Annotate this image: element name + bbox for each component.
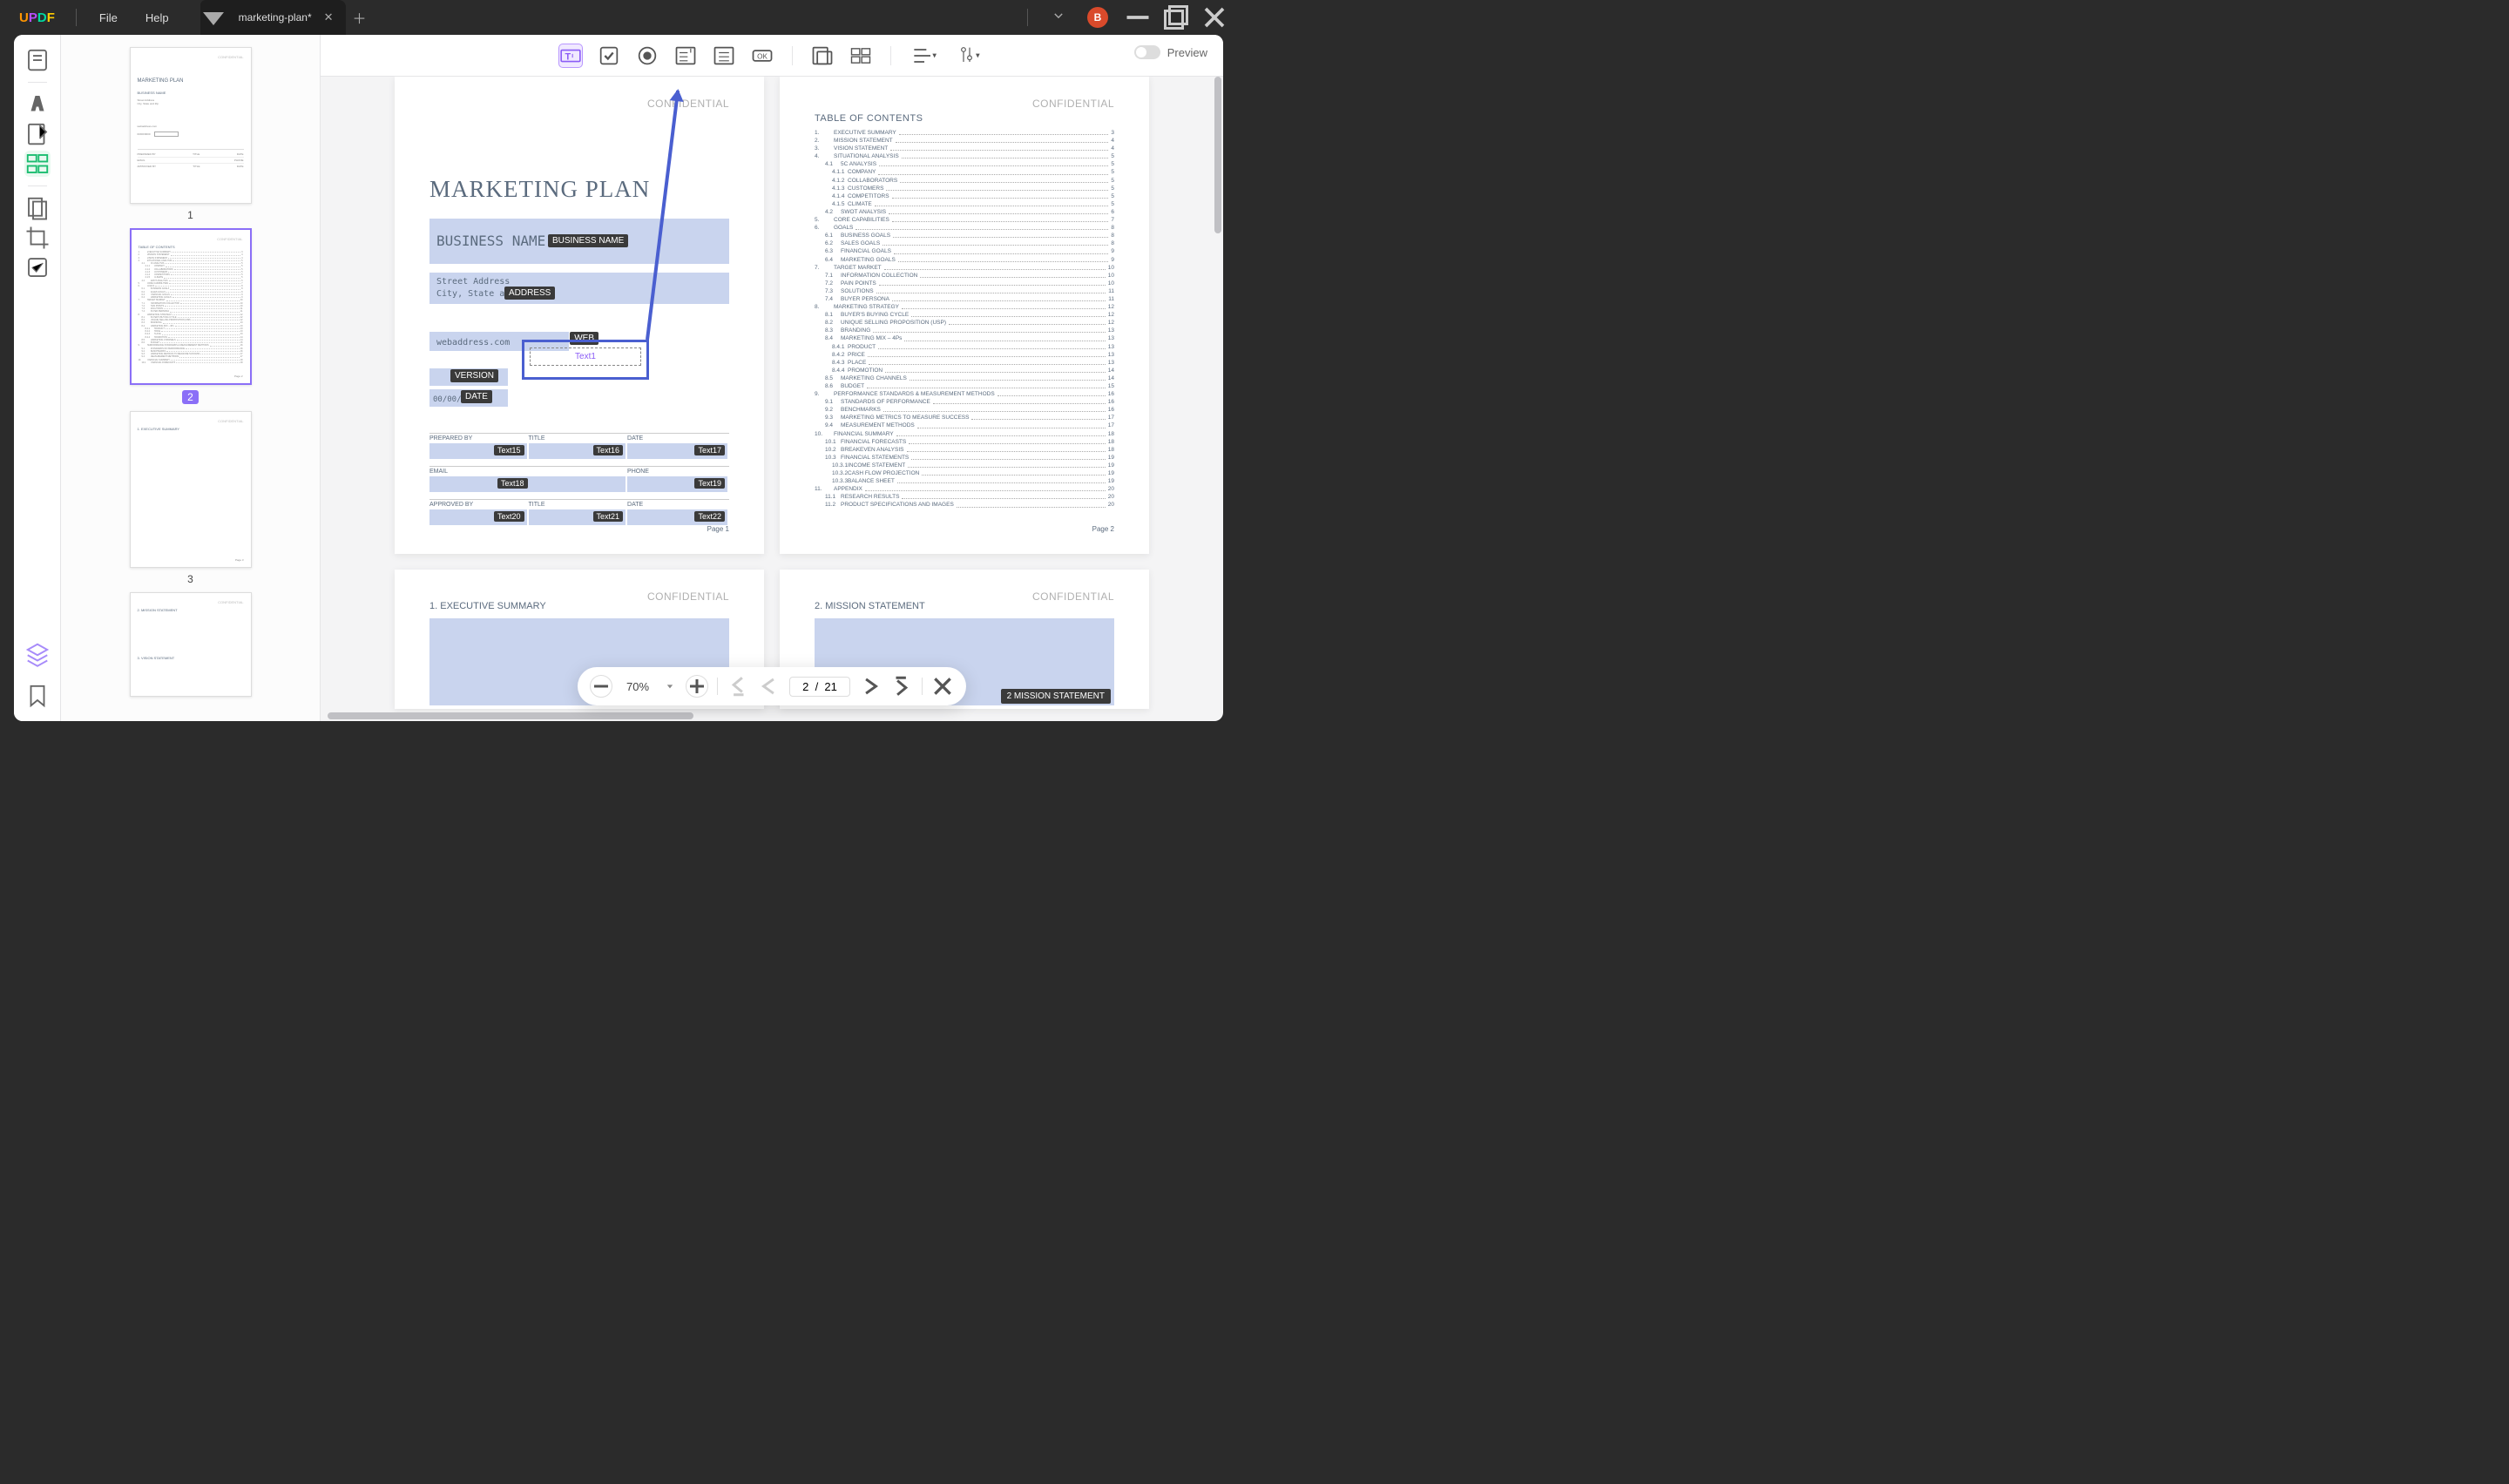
preview-toggle[interactable] <box>1134 45 1160 59</box>
tab-add-button[interactable]: ＋ <box>346 0 374 35</box>
page-title: MARKETING PLAN <box>429 176 729 203</box>
left-toolbar <box>14 35 61 721</box>
close-bar-button[interactable] <box>931 675 954 698</box>
tool-listbox[interactable] <box>712 44 736 68</box>
zoom-out-button[interactable] <box>590 675 612 698</box>
field-text21[interactable]: Text21 <box>529 509 626 525</box>
preview-label: Preview <box>1167 46 1207 59</box>
titlebar: UPDF File Help marketing-plan* ✕ ＋ B <box>0 0 1237 35</box>
thumbnail-panel: CONFIDENTIAL MARKETING PLAN BUSINESS NAM… <box>61 35 321 721</box>
toc-title: TABLE OF CONTENTS <box>815 113 1114 124</box>
tool-bookmark[interactable] <box>24 683 51 709</box>
field-text17[interactable]: Text17 <box>627 443 727 459</box>
tool-checkbox[interactable] <box>597 44 621 68</box>
field-label-mission: 2 MISSION STATEMENT <box>1001 689 1111 704</box>
zoom-value: 70% <box>621 680 654 693</box>
page-input[interactable] <box>789 677 850 697</box>
field-address[interactable]: Street Address City, State and Zip ADDRE… <box>429 273 729 304</box>
field-date[interactable]: 00/00/0000 DATE <box>429 389 508 407</box>
triangle-down-icon <box>200 0 227 35</box>
field-text16[interactable]: Text16 <box>529 443 626 459</box>
page-1: CONFIDENTIAL MARKETING PLAN BUSINESS NAM… <box>395 77 764 554</box>
field-business-name[interactable]: BUSINESS NAME BUSINESS NAME <box>429 219 729 264</box>
tool-radio[interactable] <box>635 44 659 68</box>
thumbnail-2[interactable]: CONFIDENTIAL TABLE OF CONTENTS 1.EXECUTI… <box>130 228 252 385</box>
form-toolbar: T OK Preview <box>321 35 1223 77</box>
divider <box>76 9 77 26</box>
tool-dropdown[interactable] <box>673 44 698 68</box>
thumbnail-4[interactable]: CONFIDENTIAL 2. MISSION STATEMENT 3. VIS… <box>130 592 252 697</box>
thumbnail-3[interactable]: CONFIDENTIAL 1. EXECUTIVE SUMMARY Page 3 <box>130 411 252 568</box>
zoom-in-button[interactable] <box>686 675 708 698</box>
canvas-area: T OK Preview CONFIDENTIAL <box>321 35 1223 721</box>
main-panel: CONFIDENTIAL MARKETING PLAN BUSINESS NAM… <box>14 35 1223 721</box>
field-version[interactable]: VERS VERSION <box>429 368 508 386</box>
document-canvas[interactable]: CONFIDENTIAL MARKETING PLAN BUSINESS NAM… <box>321 77 1223 721</box>
form-table: PREPARED BYTITLEDATE Text15 Text16 Text1… <box>429 433 729 532</box>
confidential-label: CONFIDENTIAL <box>1032 590 1114 603</box>
tool-align[interactable] <box>909 44 940 68</box>
minimize-button[interactable] <box>1122 4 1153 30</box>
field-text19[interactable]: Text19 <box>627 476 727 492</box>
tool-reader[interactable] <box>24 47 51 73</box>
avatar[interactable]: B <box>1087 7 1108 28</box>
confidential-label: CONFIDENTIAL <box>647 590 729 603</box>
tool-properties[interactable] <box>954 44 985 68</box>
field-text20[interactable]: Text20 <box>429 509 527 525</box>
zoom-bar: 70% <box>578 667 966 705</box>
tool-organize[interactable] <box>24 195 51 221</box>
close-button[interactable] <box>1199 4 1230 30</box>
next-page-button[interactable] <box>859 675 882 698</box>
tool-form[interactable] <box>24 151 51 177</box>
tool-image-field[interactable] <box>810 44 835 68</box>
thumb-num-3: 3 <box>187 573 193 585</box>
svg-text:T: T <box>565 51 571 62</box>
zoom-dropdown[interactable] <box>663 678 677 694</box>
first-page-button[interactable] <box>727 675 749 698</box>
svg-text:OK: OK <box>757 52 768 60</box>
horizontal-scrollbar[interactable] <box>328 712 693 719</box>
page-2: CONFIDENTIAL TABLE OF CONTENTS 1.EXECUTI… <box>780 77 1149 554</box>
tab-label: marketing-plan* <box>239 11 312 24</box>
tool-layers[interactable] <box>24 641 51 667</box>
tab-close-icon[interactable]: ✕ <box>324 10 334 24</box>
maximize-button[interactable] <box>1160 4 1192 30</box>
menu-help[interactable]: Help <box>132 11 183 24</box>
last-page-button[interactable] <box>890 675 913 698</box>
tool-highlight[interactable] <box>24 91 51 118</box>
tool-edit[interactable] <box>24 121 51 147</box>
selected-field-text1[interactable]: Text1 <box>522 340 649 380</box>
vertical-scrollbar[interactable] <box>1214 77 1221 233</box>
app-logo: UPDF <box>19 10 55 25</box>
chevron-down-icon[interactable] <box>1044 10 1073 26</box>
field-text18[interactable]: Text18 <box>429 476 626 492</box>
tool-button[interactable]: OK <box>750 44 774 68</box>
tool-signature[interactable] <box>849 44 873 68</box>
tool-redact[interactable] <box>24 254 51 280</box>
tool-text-field[interactable]: T <box>558 44 583 68</box>
tab-dropdown[interactable] <box>200 0 227 35</box>
field-text22[interactable]: Text22 <box>627 509 727 525</box>
tab-document[interactable]: marketing-plan* ✕ <box>227 0 346 35</box>
toc-list: 1.EXECUTIVE SUMMARY32.MISSION STATEMENT4… <box>815 129 1114 509</box>
field-text15[interactable]: Text15 <box>429 443 527 459</box>
confidential-label: CONFIDENTIAL <box>647 98 729 110</box>
page-number: Page 1 <box>707 525 729 533</box>
thumb-num-1: 1 <box>187 209 193 221</box>
menu-file[interactable]: File <box>85 11 132 24</box>
confidential-label: CONFIDENTIAL <box>1032 98 1114 110</box>
prev-page-button[interactable] <box>758 675 781 698</box>
page-number: Page 2 <box>1092 525 1114 533</box>
thumb-num-2: 2 <box>182 390 199 404</box>
thumbnail-1[interactable]: CONFIDENTIAL MARKETING PLAN BUSINESS NAM… <box>130 47 252 204</box>
divider <box>1027 9 1028 26</box>
tool-crop[interactable] <box>24 225 51 251</box>
